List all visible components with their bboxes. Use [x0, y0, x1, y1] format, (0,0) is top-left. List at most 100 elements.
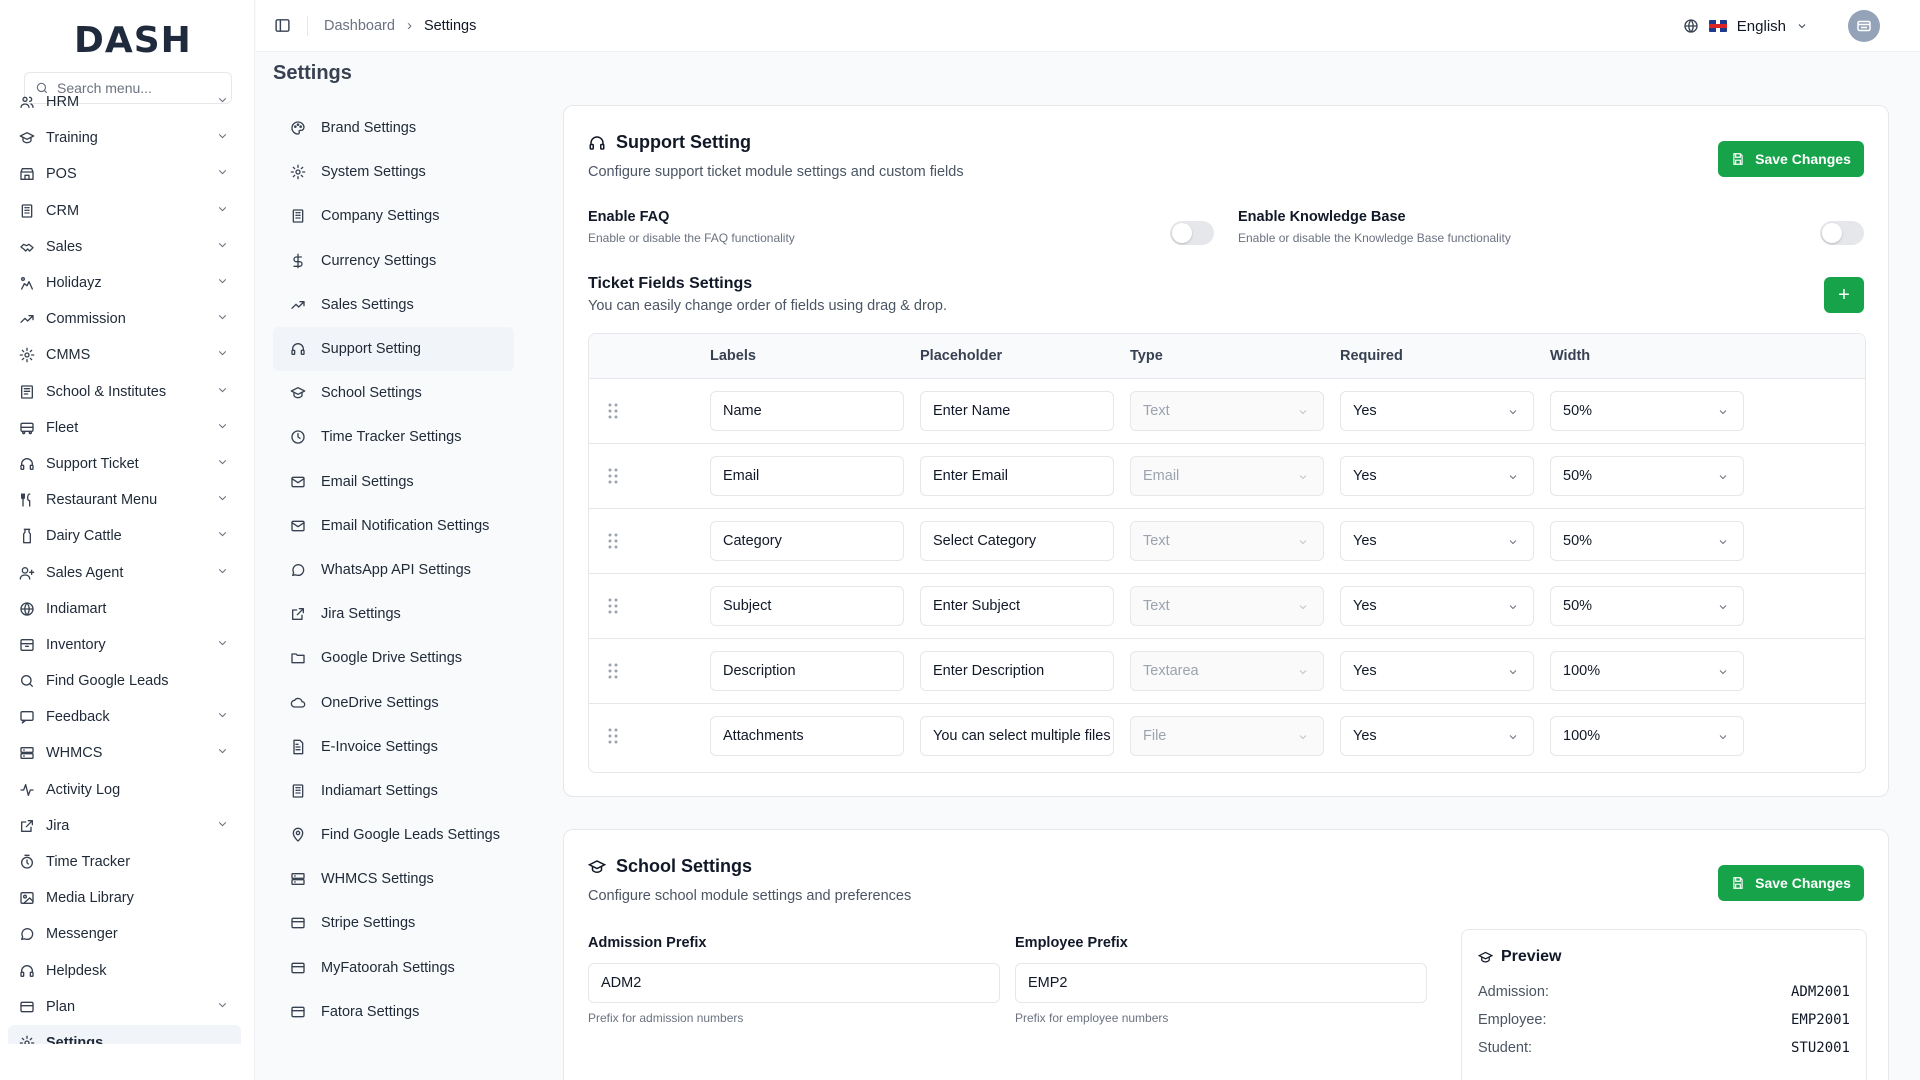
expand-chevron[interactable] [216, 709, 229, 726]
chevron-down-icon[interactable] [1796, 20, 1808, 32]
school-save-button[interactable]: Save Changes [1718, 865, 1864, 901]
field-required-select[interactable]: Yes [1340, 716, 1534, 756]
drag-handle-icon[interactable] [608, 533, 618, 553]
breadcrumb-dashboard[interactable]: Dashboard [324, 18, 395, 34]
sidebar-item-activity-log[interactable]: Activity Log [8, 772, 241, 808]
sidebar-item-holidayz[interactable]: Holidayz [8, 265, 241, 301]
expand-chevron[interactable] [216, 383, 229, 400]
drag-handle-icon[interactable] [608, 403, 618, 423]
expand-chevron[interactable] [216, 455, 229, 472]
sidebar-toggle-button[interactable] [274, 17, 291, 34]
sidebar-item-restaurant-menu[interactable]: Restaurant Menu [8, 482, 241, 518]
field-type-select[interactable]: Text [1130, 521, 1324, 561]
sidebar-item-media-library[interactable]: Media Library [8, 880, 241, 916]
expand-chevron[interactable] [216, 492, 229, 509]
sidebar-item-sales-agent[interactable]: Sales Agent [8, 554, 241, 590]
sidebar-item-find-google-leads[interactable]: Find Google Leads [8, 663, 241, 699]
expand-chevron[interactable] [216, 528, 229, 545]
field-type-select[interactable]: Text [1130, 391, 1324, 431]
faq-toggle[interactable] [1170, 221, 1214, 245]
sidebar-item-crm[interactable]: CRM [8, 193, 241, 229]
sidebar-item-sales[interactable]: Sales [8, 229, 241, 265]
field-placeholder-input[interactable]: Enter Subject [920, 586, 1114, 626]
field-label-input[interactable]: Category [710, 521, 904, 561]
sidebar-item-settings[interactable]: Settings [8, 1024, 241, 1044]
expand-chevron[interactable] [216, 94, 229, 111]
settings-menu-whatsapp-api-settings[interactable]: WhatsApp API Settings [273, 548, 514, 592]
expand-chevron[interactable] [216, 998, 229, 1015]
sidebar-item-school-institutes[interactable]: School & Institutes [8, 374, 241, 410]
settings-menu-find-google-leads-settings[interactable]: Find Google Leads Settings [273, 813, 514, 857]
field-placeholder-input[interactable]: Select Category [920, 521, 1114, 561]
settings-menu-whmcs-settings[interactable]: WHMCS Settings [273, 857, 514, 901]
settings-menu-sales-settings[interactable]: Sales Settings [273, 283, 514, 327]
settings-menu-google-drive-settings[interactable]: Google Drive Settings [273, 636, 514, 680]
field-width-select[interactable]: 50% [1550, 586, 1744, 626]
drag-handle-icon[interactable] [608, 663, 618, 683]
field-required-select[interactable]: Yes [1340, 586, 1534, 626]
field-type-select[interactable]: Email [1130, 456, 1324, 496]
sidebar-item-cmms[interactable]: CMMS [8, 337, 241, 373]
settings-menu-email-settings[interactable]: Email Settings [273, 460, 514, 504]
admission-prefix-input[interactable]: ADM2 [588, 963, 1000, 1003]
field-width-select[interactable]: 50% [1550, 521, 1744, 561]
sidebar-item-jira[interactable]: Jira [8, 808, 241, 844]
add-field-button[interactable]: + [1824, 277, 1864, 313]
drag-handle-icon[interactable] [608, 598, 618, 618]
settings-menu-currency-settings[interactable]: Currency Settings [273, 239, 514, 283]
employee-prefix-input[interactable]: EMP2 [1015, 963, 1427, 1003]
field-placeholder-input[interactable]: Enter Name [920, 391, 1114, 431]
knowledge-base-toggle[interactable] [1820, 221, 1864, 245]
sidebar-item-messenger[interactable]: Messenger [8, 916, 241, 952]
settings-menu-school-settings[interactable]: School Settings [273, 371, 514, 415]
settings-menu-time-tracker-settings[interactable]: Time Tracker Settings [273, 415, 514, 459]
expand-chevron[interactable] [216, 202, 229, 219]
field-placeholder-input[interactable]: Enter Description [920, 651, 1114, 691]
expand-chevron[interactable] [216, 130, 229, 147]
settings-menu-support-setting[interactable]: Support Setting [273, 326, 514, 372]
field-required-select[interactable]: Yes [1340, 391, 1534, 431]
sidebar-item-helpdesk[interactable]: Helpdesk [8, 953, 241, 989]
field-label-input[interactable]: Email [710, 456, 904, 496]
field-required-select[interactable]: Yes [1340, 521, 1534, 561]
support-save-button[interactable]: Save Changes [1718, 141, 1864, 177]
field-required-select[interactable]: Yes [1340, 651, 1534, 691]
field-placeholder-input[interactable]: Enter Email [920, 456, 1114, 496]
user-avatar[interactable] [1848, 10, 1880, 42]
field-type-select[interactable]: Textarea [1130, 651, 1324, 691]
sidebar-item-indiamart[interactable]: Indiamart [8, 591, 241, 627]
sidebar-item-hrm[interactable]: HRM [8, 84, 241, 120]
settings-menu-brand-settings[interactable]: Brand Settings [273, 106, 514, 150]
drag-handle-icon[interactable] [608, 728, 618, 748]
expand-chevron[interactable] [216, 166, 229, 183]
sidebar-item-dairy-cattle[interactable]: Dairy Cattle [8, 518, 241, 554]
sidebar-item-feedback[interactable]: Feedback [8, 699, 241, 735]
expand-chevron[interactable] [216, 564, 229, 581]
settings-menu-indiamart-settings[interactable]: Indiamart Settings [273, 769, 514, 813]
field-type-select[interactable]: File [1130, 716, 1324, 756]
field-required-select[interactable]: Yes [1340, 456, 1534, 496]
expand-chevron[interactable] [216, 347, 229, 364]
expand-chevron[interactable] [216, 419, 229, 436]
drag-handle-icon[interactable] [608, 468, 618, 488]
expand-chevron[interactable] [216, 238, 229, 255]
settings-menu-stripe-settings[interactable]: Stripe Settings [273, 901, 514, 945]
expand-chevron[interactable] [216, 636, 229, 653]
settings-menu-email-notification-settings[interactable]: Email Notification Settings [273, 504, 514, 548]
sidebar-item-time-tracker[interactable]: Time Tracker [8, 844, 241, 880]
sidebar-item-plan[interactable]: Plan [8, 989, 241, 1025]
field-width-select[interactable]: 50% [1550, 391, 1744, 431]
expand-chevron[interactable] [216, 817, 229, 834]
settings-menu-company-settings[interactable]: Company Settings [273, 194, 514, 238]
settings-menu-onedrive-settings[interactable]: OneDrive Settings [273, 680, 514, 724]
expand-chevron[interactable] [216, 745, 229, 762]
field-width-select[interactable]: 100% [1550, 716, 1744, 756]
field-label-input[interactable]: Name [710, 391, 904, 431]
sidebar-item-pos[interactable]: POS [8, 156, 241, 192]
field-label-input[interactable]: Attachments [710, 716, 904, 756]
field-placeholder-input[interactable]: You can select multiple files [920, 716, 1114, 756]
brand-logo[interactable]: DASH [74, 20, 192, 61]
settings-menu-jira-settings[interactable]: Jira Settings [273, 592, 514, 636]
sidebar-item-fleet[interactable]: Fleet [8, 410, 241, 446]
expand-chevron[interactable] [216, 311, 229, 328]
